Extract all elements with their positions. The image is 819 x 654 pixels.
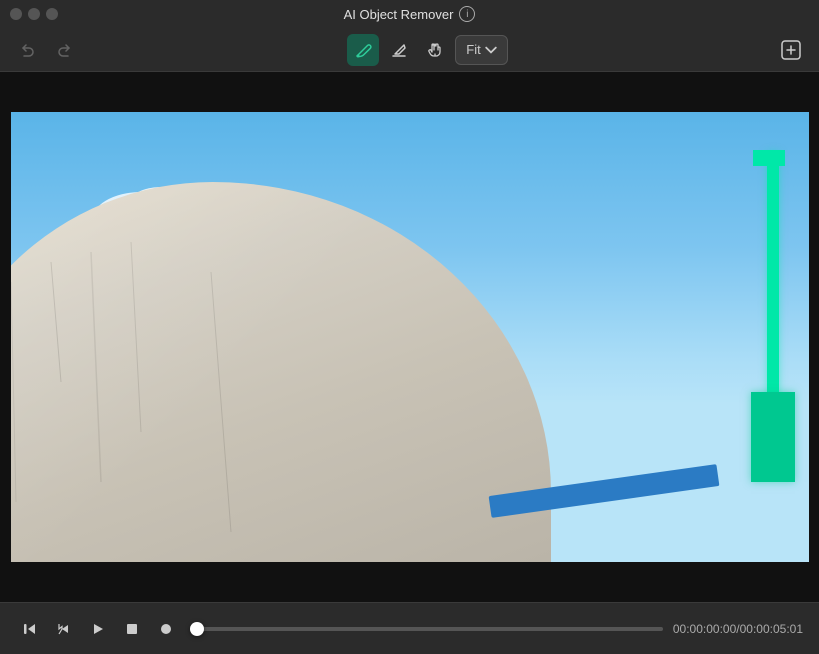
tower-base xyxy=(751,392,795,482)
progress-track[interactable] xyxy=(190,627,663,631)
fit-dropdown[interactable]: Fit xyxy=(455,35,507,65)
export-button[interactable] xyxy=(775,34,807,66)
record-button[interactable] xyxy=(152,615,180,643)
video-canvas-area xyxy=(0,72,819,602)
step-forward-button[interactable] xyxy=(50,615,78,643)
toolbar: Fit xyxy=(0,28,819,72)
title-label: AI Object Remover xyxy=(344,7,454,22)
pan-tool-button[interactable] xyxy=(419,34,451,66)
progress-thumb[interactable] xyxy=(190,622,204,636)
close-button[interactable] xyxy=(10,8,22,20)
redo-button[interactable] xyxy=(48,34,80,66)
undo-button[interactable] xyxy=(12,34,44,66)
stop-button[interactable] xyxy=(118,615,146,643)
play-button[interactable] xyxy=(84,615,112,643)
maximize-button[interactable] xyxy=(46,8,58,20)
history-controls xyxy=(12,34,80,66)
app-title: AI Object Remover i xyxy=(344,6,476,22)
dome-details xyxy=(11,182,551,562)
dome-structure xyxy=(11,182,551,562)
toolbar-right xyxy=(775,34,807,66)
window-controls xyxy=(10,8,58,20)
minimize-button[interactable] xyxy=(28,8,40,20)
fit-label: Fit xyxy=(466,42,480,57)
drawing-tools: Fit xyxy=(88,34,767,66)
brush-tool-button[interactable] xyxy=(347,34,379,66)
info-icon[interactable]: i xyxy=(459,6,475,22)
time-display: 00:00:00:00/00:00:05:01 xyxy=(673,622,803,636)
playback-bar: 00:00:00:00/00:00:05:01 xyxy=(0,602,819,654)
tower-top xyxy=(753,150,785,166)
playback-controls xyxy=(16,615,180,643)
prev-frame-button[interactable] xyxy=(16,615,44,643)
video-frame[interactable] xyxy=(11,112,809,562)
title-bar: AI Object Remover i xyxy=(0,0,819,28)
eraser-tool-button[interactable] xyxy=(383,34,415,66)
